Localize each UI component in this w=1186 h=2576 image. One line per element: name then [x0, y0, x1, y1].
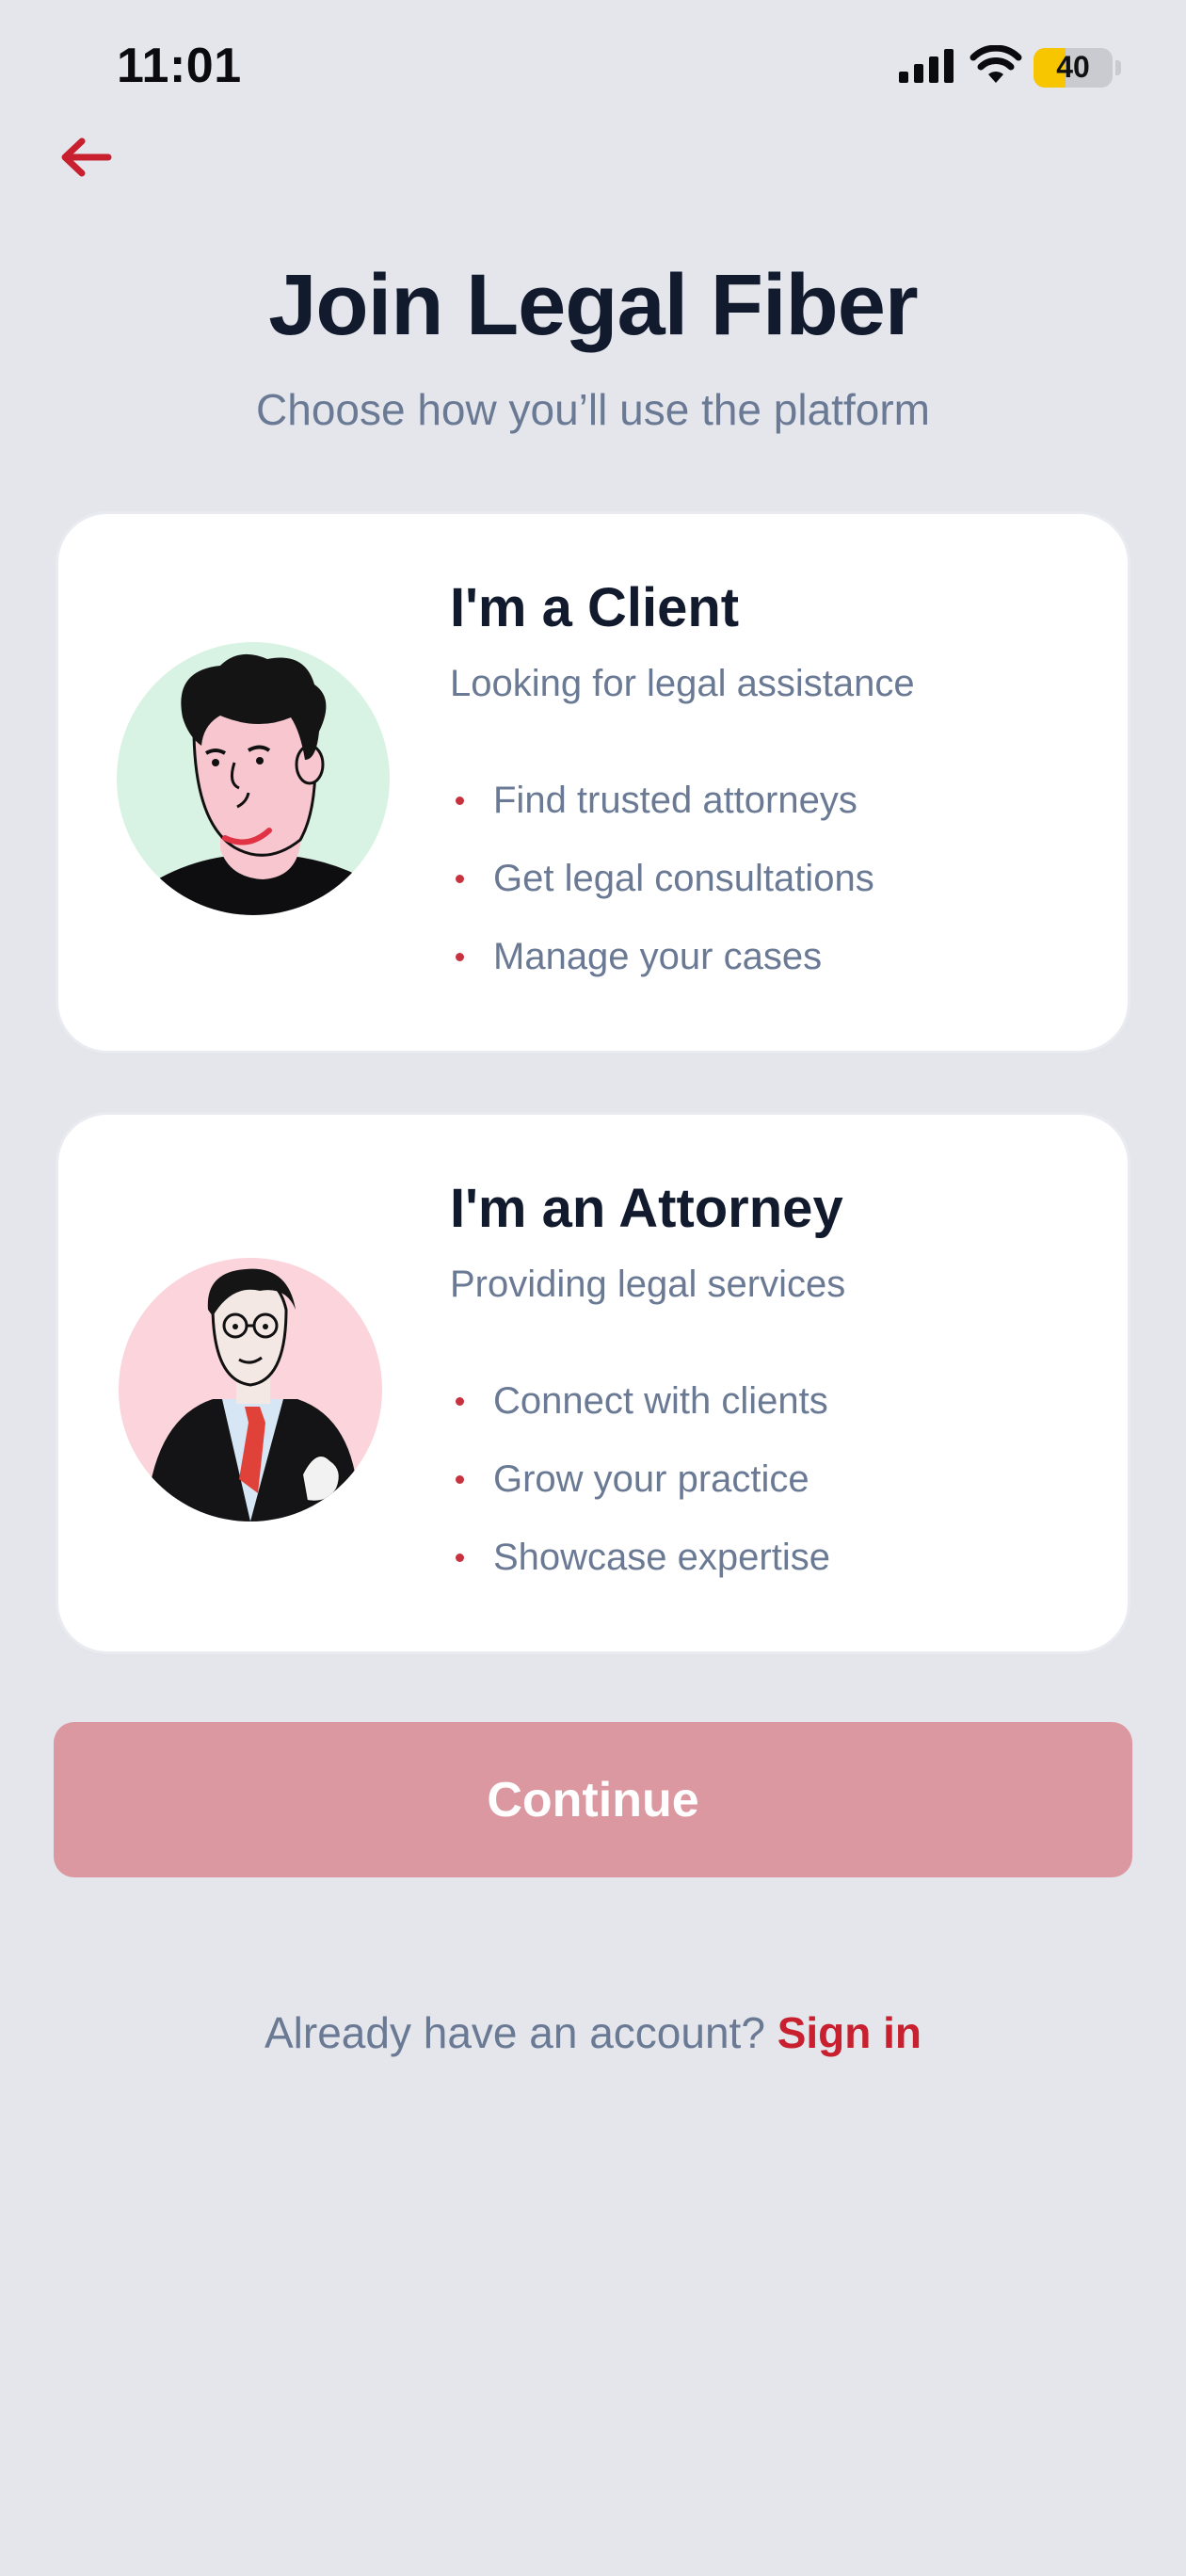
list-item: Connect with clients	[450, 1378, 830, 1457]
feature-text: Showcase expertise	[493, 1537, 830, 1578]
client-feature-list: Find trusted attorneys Get legal consult…	[450, 778, 874, 1012]
feature-text: Find trusted attorneys	[493, 780, 857, 821]
bullet-icon	[456, 797, 464, 805]
client-card-title: I'm a Client	[450, 577, 740, 638]
battery-level: 40	[1056, 50, 1090, 84]
client-role-card[interactable]: I'm a Client Looking for legal assistanc…	[58, 514, 1128, 1051]
bullet-icon	[456, 1397, 464, 1406]
bullet-icon	[456, 953, 464, 961]
signin-prompt-text: Already have an account?	[264, 2008, 777, 2057]
list-item: Find trusted attorneys	[450, 778, 874, 856]
status-bar: 11:01 40	[0, 0, 1186, 132]
page-title: Join Legal Fiber	[268, 257, 918, 353]
bullet-icon	[456, 875, 464, 883]
attorney-feature-list: Connect with clients Grow your practice …	[450, 1378, 830, 1613]
attorney-avatar	[119, 1258, 382, 1521]
wifi-icon	[970, 45, 1022, 83]
bullet-icon	[456, 1475, 464, 1484]
list-item: Showcase expertise	[450, 1535, 830, 1613]
battery-cap	[1115, 60, 1121, 75]
client-avatar	[117, 642, 390, 915]
bullet-icon	[456, 1554, 464, 1562]
signin-prompt-row: Already have an account? Sign in	[0, 2007, 1186, 2058]
battery-icon: 40	[1034, 48, 1113, 88]
client-card-subtitle: Looking for legal assistance	[450, 663, 915, 704]
attorney-card-subtitle: Providing legal services	[450, 1264, 846, 1305]
status-time: 11:01	[117, 39, 242, 93]
continue-button[interactable]: Continue	[54, 1722, 1132, 1877]
attorney-card-title: I'm an Attorney	[450, 1178, 843, 1239]
feature-text: Manage your cases	[493, 936, 823, 977]
cellular-signal-icon	[899, 49, 954, 83]
arrow-left-icon	[61, 137, 112, 177]
list-item: Get legal consultations	[450, 856, 874, 934]
back-button[interactable]	[53, 128, 119, 186]
feature-text: Grow your practice	[493, 1458, 809, 1500]
page-subtitle: Choose how you’ll use the platform	[256, 385, 930, 434]
signin-link[interactable]: Sign in	[777, 2008, 922, 2057]
feature-text: Connect with clients	[493, 1380, 828, 1422]
list-item: Manage your cases	[450, 934, 874, 1012]
feature-text: Get legal consultations	[493, 858, 874, 899]
list-item: Grow your practice	[450, 1457, 830, 1535]
attorney-role-card[interactable]: I'm an Attorney Providing legal services…	[58, 1115, 1128, 1651]
